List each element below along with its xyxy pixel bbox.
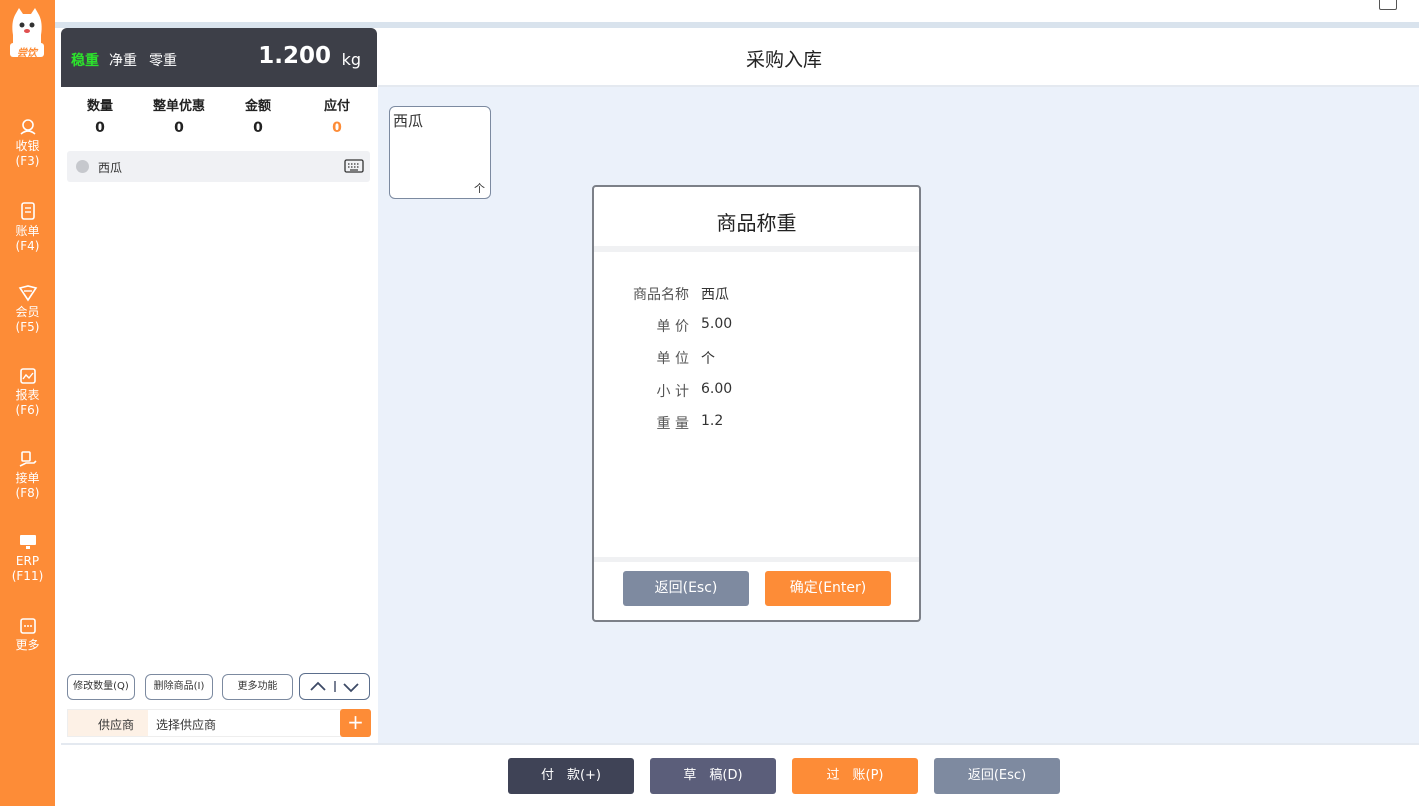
supplier-row: 供应商 选择供应商 + (67, 709, 371, 737)
search-icon (76, 160, 89, 173)
field-label-unit: 单 位 (656, 351, 689, 367)
draft-button[interactable]: 草 稿(D) (650, 758, 776, 794)
scale-net-button[interactable]: 净重 (109, 50, 137, 70)
field-label-subtotal: 小 计 (656, 384, 689, 400)
nav-item-report[interactable]: 报表 (F6) (0, 367, 55, 418)
dialog-title: 商品称重 (716, 211, 797, 235)
post-button[interactable]: 过 账(P) (792, 758, 918, 794)
nav-label-bill: 账单 (15, 224, 40, 238)
cart-panel: 稳重 净重 零重 1.200 kg 数量 整单优惠 金额 应付 0 0 0 0 … (61, 28, 377, 743)
more-functions-button[interactable]: 更多功能 (222, 674, 293, 700)
nav-label-order: 接单 (15, 471, 40, 485)
product-tile-unit: 个 (474, 182, 485, 195)
nav-item-cashier[interactable]: 收银 (F3) (0, 118, 55, 169)
nav-item-order[interactable]: 接单 (F8) (0, 450, 55, 501)
field-value-name: 西瓜 (701, 287, 729, 303)
summary-amount-label: 金额 (244, 99, 271, 114)
nav-label-more: 更多 (15, 638, 40, 652)
window-control-button[interactable] (1379, 0, 1397, 10)
nav-label-erp: ERP (15, 554, 40, 568)
summary-discount-value: 0 (174, 120, 184, 136)
nav-label-member: 会员 (15, 305, 40, 319)
nav-label-report: 报表 (15, 388, 40, 402)
nav-key-cashier: (F3) (15, 154, 40, 168)
cashier-icon (19, 119, 36, 135)
product-tile[interactable]: 西瓜 个 (389, 106, 491, 199)
product-tile-name: 西瓜 (393, 112, 424, 130)
field-value-subtotal: 6.00 (701, 381, 733, 397)
supplier-label: 供应商 (98, 718, 135, 732)
field-label-weight: 重 量 (656, 416, 689, 432)
scroll-down-button[interactable] (343, 683, 359, 693)
search-input[interactable]: 西瓜 (67, 151, 370, 182)
scale-zero-button[interactable]: 零重 (149, 50, 177, 70)
main-area: 采购入库 西瓜 个 商品称重 商品名称 西瓜 单 价 5.00 单 位 个 小 … (378, 28, 1419, 743)
field-value-weight: 1.2 (701, 413, 724, 429)
summary-payable-value: 0 (332, 120, 342, 136)
top-strip (55, 0, 1419, 22)
nav-key-member: (F5) (15, 320, 40, 334)
sidebar: 尝饮 收银 (F3) 账单 (F4) 会员 (F5) 报表 (F6) 接单 (F… (0, 0, 55, 806)
app-logo: 尝饮 (7, 5, 47, 59)
scale-weight-value: 1.200 (258, 43, 331, 69)
dialog-confirm-button[interactable]: 确定(Enter) (765, 571, 891, 606)
scale-weight-unit: kg (341, 50, 361, 69)
bill-icon (20, 202, 35, 220)
summary-amount-value: 0 (253, 120, 263, 136)
nav-item-member[interactable]: 会员 (F5) (0, 284, 55, 335)
nav-item-more[interactable]: 更多 (0, 617, 55, 653)
summary-payable-label: 应付 (323, 99, 350, 114)
logo-text: 尝饮 (17, 48, 37, 59)
supplier-select[interactable]: 选择供应商 (156, 716, 216, 733)
keyboard-icon[interactable] (344, 159, 364, 173)
nav-item-bill[interactable]: 账单 (F4) (0, 201, 55, 254)
dialog-cancel-button[interactable]: 返回(Esc) (623, 571, 749, 606)
scale-display: 稳重 净重 零重 1.200 kg (61, 28, 377, 87)
field-value-price: 5.00 (701, 316, 733, 332)
scroll-up-button[interactable] (310, 681, 326, 691)
modify-qty-button[interactable]: 修改数量(Q) (67, 674, 135, 700)
nav-key-erp: (F11) (11, 569, 44, 583)
more-icon (19, 618, 36, 634)
scale-stable-indicator: 稳重 (71, 53, 99, 69)
summary-qty-value: 0 (95, 120, 105, 136)
nav-key-order: (F8) (15, 486, 40, 500)
back-button[interactable]: 返回(Esc) (934, 758, 1060, 794)
search-value: 西瓜 (98, 161, 123, 175)
field-value-unit: 个 (701, 351, 715, 367)
bottom-action-bar: 付 款(+) 草 稿(D) 过 账(P) 返回(Esc) (61, 743, 1419, 806)
scroll-updown-control (299, 673, 370, 700)
order-icon (19, 451, 37, 467)
field-label-price: 单 价 (656, 319, 689, 335)
report-icon (19, 368, 36, 384)
main-header: 采购入库 (378, 28, 1419, 87)
nav-key-bill: (F4) (15, 239, 40, 253)
add-supplier-button[interactable]: + (340, 709, 371, 737)
summary-qty-label: 数量 (86, 99, 113, 114)
delete-item-button[interactable]: 删除商品(I) (145, 674, 213, 700)
pay-button[interactable]: 付 款(+) (508, 758, 634, 794)
field-label-name: 商品名称 (633, 287, 689, 303)
page-title: 采购入库 (745, 49, 822, 71)
summary-discount-label: 整单优惠 (152, 99, 205, 114)
nav-label-cashier: 收银 (15, 139, 40, 153)
weigh-dialog: 商品称重 商品名称 西瓜 单 价 5.00 单 位 个 小 计 6.00 重 量… (592, 185, 921, 622)
nav-item-erp[interactable]: ERP (F11) (0, 533, 55, 584)
member-icon (18, 285, 37, 302)
nav-key-report: (F6) (15, 403, 40, 417)
erp-icon (19, 535, 36, 549)
